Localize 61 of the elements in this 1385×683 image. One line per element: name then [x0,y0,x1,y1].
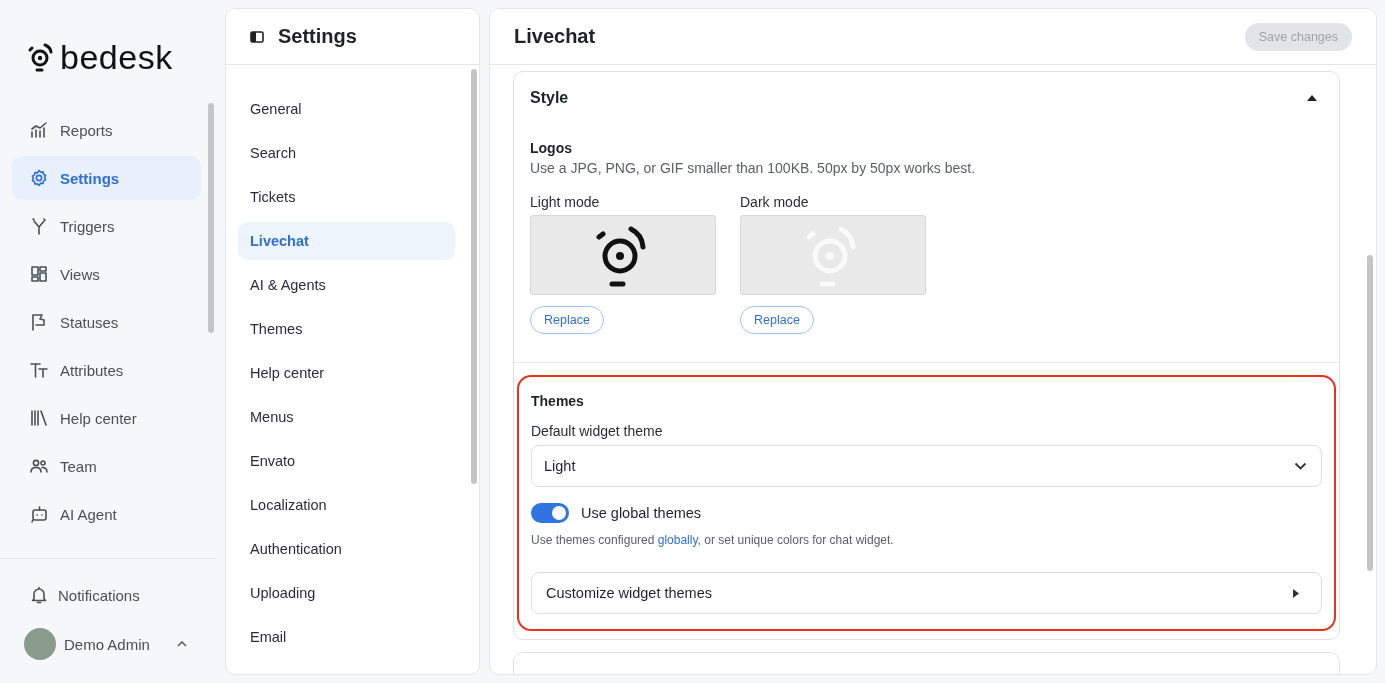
settings-menu-item[interactable]: Help center [238,354,455,392]
theme-dropdown[interactable]: Light [531,445,1322,487]
fork-icon [30,217,48,235]
nav-item[interactable]: Settings [12,156,201,200]
nav-item[interactable]: Statuses [12,300,201,344]
caret-icon [1293,588,1299,598]
field-label: Default widget theme [531,423,664,439]
nav-item[interactable]: AI Agent [12,492,201,536]
settings-menu-item[interactable]: Email [238,618,455,656]
nav-item[interactable]: Team [12,444,201,488]
settings-menu-item[interactable]: Livechat [238,222,455,260]
settings-menu-item[interactable]: Authentication [238,530,455,568]
card-header[interactable]: Style [514,72,1339,124]
people-icon [30,457,48,475]
flag-icon [30,313,48,331]
link[interactable]: globally [657,533,698,547]
field-label: Light mode [530,194,600,210]
nav-item[interactable]: Views [12,252,201,296]
caret-icon [176,640,188,648]
nav-item[interactable]: Help center [12,396,201,440]
help-text: Use a JPG, PNG, or GIF smaller than 100KB. 50px by 50px works best. [530,160,977,176]
settings-icon [30,169,48,187]
scrollbar-thumb[interactable] [208,103,214,333]
nav-item[interactable]: Reports [12,108,201,152]
chevron-down-icon [1294,462,1307,470]
page-title: Livechat [514,25,596,48]
scrollbar-thumb[interactable] [1367,255,1373,571]
nav-item[interactable]: Triggers [12,204,201,248]
settings-menu-item[interactable]: Search [238,134,455,172]
settings-menu-item[interactable]: AI & Agents [238,266,455,304]
settings-menu-item[interactable]: Envato [238,442,455,480]
user-menu[interactable]: Demo Admin [0,627,216,661]
help-text: Use themes configured globally, or set unique colors for chat widget. [531,533,895,547]
customize-themes-row[interactable]: Customize widget themes [531,572,1322,614]
section-heading: Themes [531,393,585,409]
settings-menu-item[interactable]: Themes [238,310,455,348]
toggle-switch[interactable] [531,503,569,523]
section-heading: Logos [530,140,573,156]
replace-button[interactable]: Replace [740,306,814,334]
caret-icon [1307,95,1317,101]
avatar [24,628,56,660]
settings-menu-item[interactable]: Uploading [238,574,455,612]
settings-menu-item[interactable]: Menus [238,398,455,436]
grid-icon [30,265,48,283]
settings-menu-item[interactable]: Localization [238,486,455,524]
panel-title: Settings [278,25,357,48]
settings-menu-item[interactable]: Tickets [238,178,455,216]
notifications-button[interactable]: Notifications [0,585,216,605]
chart-icon [30,121,48,139]
scrollbar-thumb[interactable] [471,69,477,484]
field-label: Dark mode [740,194,809,210]
books-icon [30,409,48,427]
nav-item[interactable]: Attributes [12,348,201,392]
sidebar-toggle-icon[interactable] [250,30,264,43]
replace-button[interactable]: Replace [530,306,604,334]
text-size-icon [30,361,48,379]
bot-icon [30,505,48,523]
settings-menu-item[interactable]: General [238,90,455,128]
brand-name: bedesk [60,37,173,77]
toggle-label: Use global themes [581,505,702,521]
bell-icon [30,586,48,604]
